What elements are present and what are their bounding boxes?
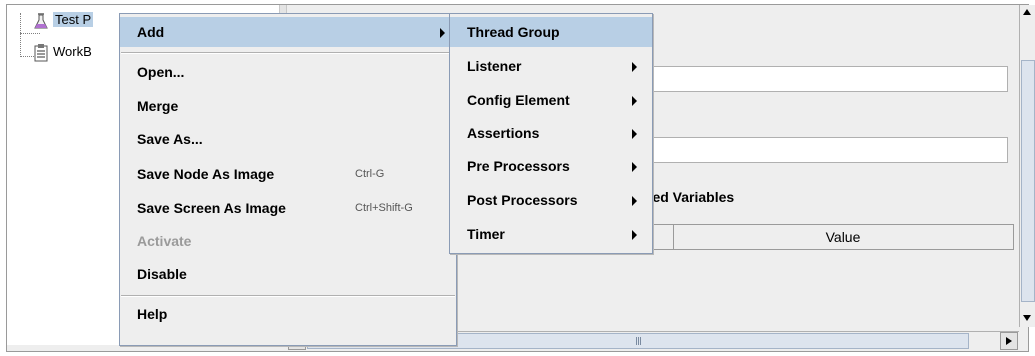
tree-node-test-plan[interactable]: Test P <box>33 10 94 30</box>
scroll-down-icon[interactable] <box>1023 315 1031 321</box>
menu-item-label: Merge <box>137 98 179 114</box>
grip-icon <box>636 337 642 345</box>
menu-item-open[interactable]: Open... <box>120 57 456 87</box>
context-menu: Add Open... Merge Save As... Save Node A… <box>119 13 457 346</box>
tree-node-label: WorkB <box>53 44 92 59</box>
submenu-item-pre-processors[interactable]: Pre Processors <box>450 151 652 181</box>
menu-item-disable[interactable]: Disable <box>120 259 456 289</box>
tree-node-workbench[interactable]: WorkB <box>33 42 92 62</box>
add-submenu: Thread Group Listener Config Element Ass… <box>449 13 653 254</box>
menu-item-label: Help <box>137 306 168 322</box>
menu-item-label: Listener <box>467 58 522 74</box>
menu-separator <box>121 52 455 54</box>
submenu-arrow-icon <box>632 196 637 206</box>
menu-item-label: Assertions <box>467 125 540 141</box>
submenu-item-config-element[interactable]: Config Element <box>450 85 652 115</box>
menu-separator <box>121 295 455 297</box>
menu-item-shortcut: Ctrl-G <box>355 168 385 180</box>
user-defined-variables-heading: ined Variables <box>640 189 735 205</box>
menu-item-label: Pre Processors <box>467 158 570 174</box>
submenu-arrow-icon <box>632 129 637 139</box>
table-header-value[interactable]: Value <box>673 225 1013 249</box>
menu-item-label: Thread Group <box>467 24 560 40</box>
submenu-arrow-icon <box>632 162 637 172</box>
scroll-thumb[interactable] <box>1021 60 1035 302</box>
menu-item-merge[interactable]: Merge <box>120 91 456 121</box>
submenu-item-thread-group[interactable]: Thread Group <box>450 17 652 47</box>
submenu-arrow-icon <box>632 96 637 106</box>
tree-node-label: Test P <box>53 12 94 27</box>
arrow-right-icon <box>1006 337 1012 345</box>
menu-item-label: Save As... <box>137 131 203 147</box>
menu-item-activate: Activate <box>120 226 456 256</box>
clipboard-icon <box>33 43 49 62</box>
menu-item-label: Disable <box>137 266 187 282</box>
menu-item-add[interactable]: Add <box>120 17 456 47</box>
menu-item-label: Save Screen As Image <box>137 200 286 216</box>
menu-item-label: Add <box>137 24 165 40</box>
submenu-arrow-icon <box>632 230 637 240</box>
menu-item-label: Post Processors <box>467 192 578 208</box>
menu-item-save-as[interactable]: Save As... <box>120 124 456 154</box>
submenu-arrow-icon <box>632 62 637 72</box>
submenu-item-assertions[interactable]: Assertions <box>450 118 652 148</box>
menu-item-save-node-as-image[interactable]: Save Node As Image Ctrl-G <box>120 159 456 189</box>
scroll-right-button[interactable] <box>1000 332 1018 350</box>
menu-item-shortcut: Ctrl+Shift-G <box>355 202 413 214</box>
submenu-item-timer[interactable]: Timer <box>450 219 652 249</box>
menu-item-label: Timer <box>467 226 505 242</box>
vertical-scrollbar[interactable] <box>1019 5 1035 327</box>
menu-item-label: Save Node As Image <box>137 166 275 182</box>
menu-item-label: Open... <box>137 64 185 80</box>
menu-item-save-screen-as-image[interactable]: Save Screen As Image Ctrl+Shift-G <box>120 193 456 223</box>
tree-connector <box>20 33 40 34</box>
menu-item-label: Activate <box>137 233 192 249</box>
submenu-arrow-icon <box>440 28 445 38</box>
submenu-item-listener[interactable]: Listener <box>450 51 652 81</box>
menu-item-help[interactable]: Help <box>120 299 456 329</box>
submenu-item-post-processors[interactable]: Post Processors <box>450 185 652 215</box>
flask-icon <box>33 12 49 30</box>
tree-connector <box>20 13 21 55</box>
scroll-up-icon[interactable] <box>1023 9 1031 15</box>
menu-item-label: Config Element <box>467 92 570 108</box>
